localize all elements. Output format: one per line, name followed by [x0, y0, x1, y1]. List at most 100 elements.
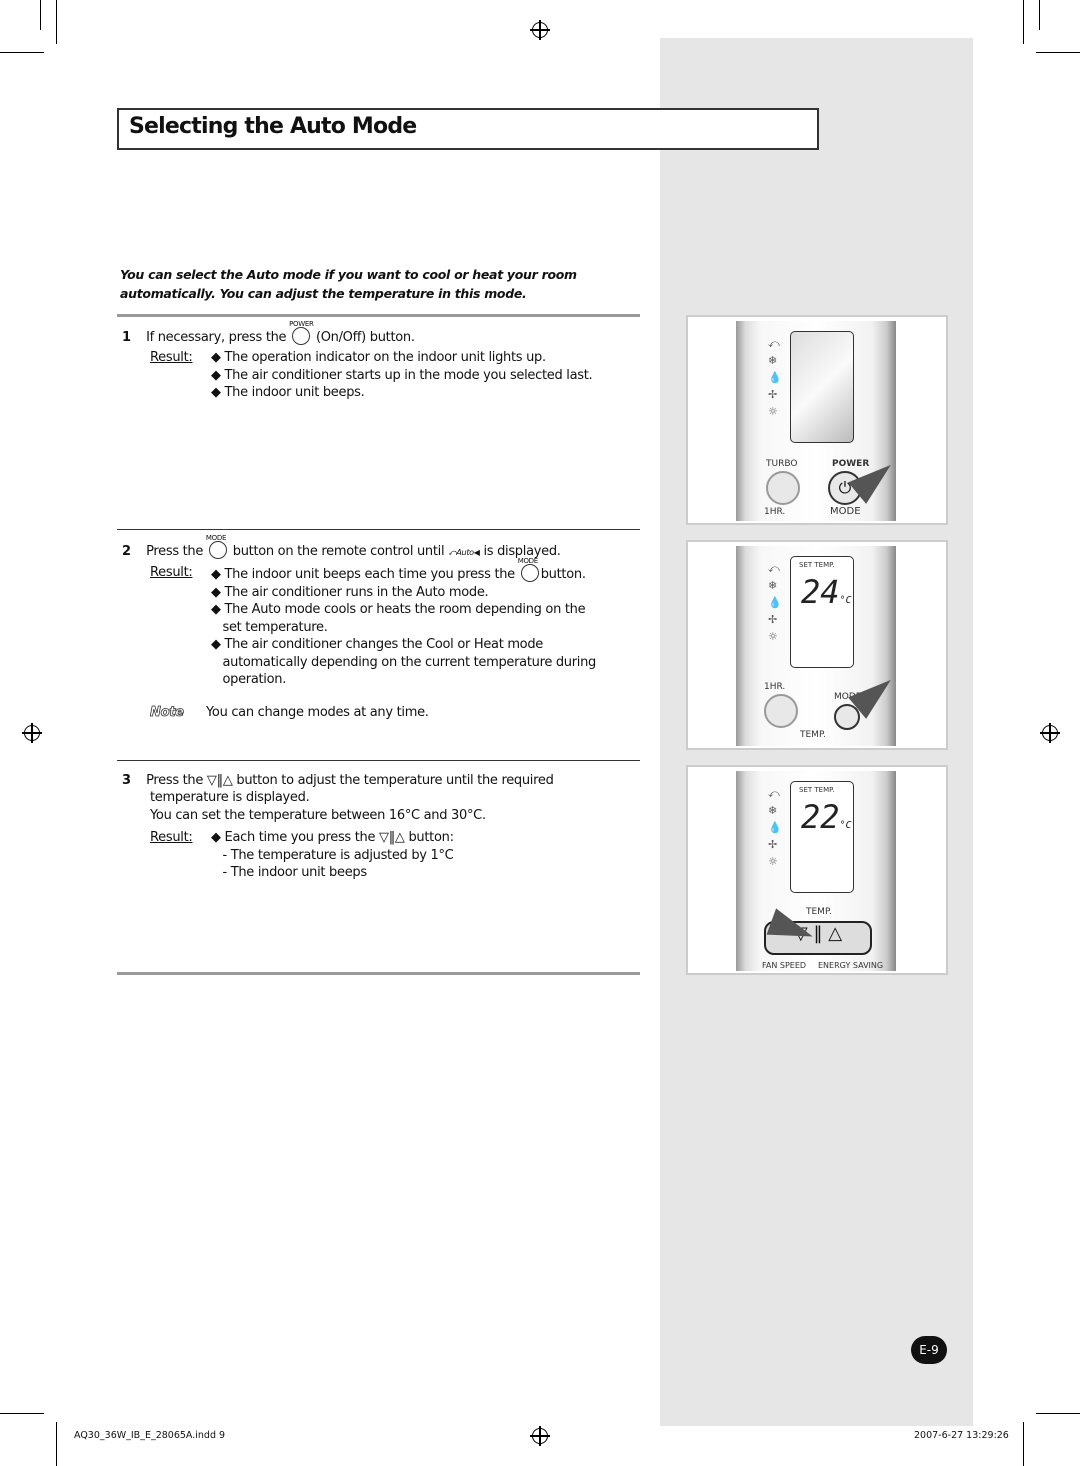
- fan-speed-label: FAN SPEED: [762, 961, 807, 970]
- mode-icons: ⤺ ❄ 💧 ✢ ☼: [768, 337, 782, 418]
- result-item: The operation indicator on the indoor un…: [224, 350, 547, 365]
- result-label: Result:: [150, 830, 193, 845]
- temperature-unit: °C: [839, 595, 852, 606]
- divider: [117, 972, 640, 975]
- crop-mark: [0, 52, 44, 53]
- result-item: button:: [408, 830, 454, 845]
- auto-label: Auto: [456, 548, 474, 557]
- crop-mark: [1036, 52, 1080, 53]
- registration-mark-icon: [530, 1426, 550, 1446]
- crop-mark: [1039, 0, 1040, 30]
- note-label: Note: [150, 705, 185, 721]
- title-box: Selecting the Auto Mode: [117, 108, 819, 150]
- button-caption: MODE: [517, 557, 538, 565]
- set-temp-label: SET TEMP.: [799, 786, 835, 794]
- step-number: 3: [122, 773, 131, 788]
- manual-page: Selecting the Auto Mode You can select t…: [0, 0, 1080, 1466]
- remote-display: SET TEMP. 22°C: [790, 781, 854, 893]
- button-caption: POWER: [289, 320, 314, 328]
- mode-label: MODE: [830, 506, 861, 517]
- result-item: The air conditioner runs in the Auto mod…: [224, 584, 489, 600]
- remote-illustration-mode: ⤺ ❄ 💧 ✢ ☼ SET TEMP. 24°C 1HR. MODE TEMP.: [686, 540, 948, 750]
- result-item: Each time you press the: [224, 830, 376, 845]
- divider: [117, 314, 640, 317]
- mode-icons: ⤺ ❄ 💧 ✢ ☼: [768, 787, 782, 868]
- auto-mode-icon: ⤺Auto◀: [448, 548, 480, 557]
- result-list: ◆ The indoor unit beeps each time you pr…: [211, 557, 597, 689]
- result-item: The indoor unit beeps each time you pres…: [224, 567, 516, 582]
- power-button-icon: POWER: [289, 320, 314, 345]
- note-text: You can change modes at any time.: [206, 705, 429, 720]
- button-caption: MODE: [205, 534, 227, 542]
- result-item: - The indoor unit beeps: [222, 865, 368, 880]
- registration-mark-icon: [1040, 723, 1060, 743]
- temp-label: TEMP.: [806, 907, 832, 917]
- temperature-readout: 22°C: [801, 798, 852, 836]
- temp-label: TEMP.: [800, 730, 826, 740]
- crop-mark: [1036, 1413, 1080, 1414]
- result-item: The indoor unit beeps.: [224, 385, 365, 400]
- temperature-readout: 24°C: [801, 573, 852, 611]
- result-item: The air conditioner starts up in the mod…: [224, 367, 593, 383]
- crop-mark: [0, 1413, 44, 1414]
- result-item: operation.: [222, 672, 287, 687]
- mode-button-icon: MODE: [518, 557, 539, 582]
- temperature-value: 22: [801, 798, 840, 836]
- result-item: - The temperature is adjusted by 1°C: [222, 847, 454, 863]
- result-list: ◆ Each time you press the ▽‖△ button: - …: [211, 830, 454, 880]
- result-label: Result:: [150, 565, 193, 580]
- set-temp-label: SET TEMP.: [799, 561, 835, 569]
- temp-down-up-icon: ▽‖△: [379, 830, 405, 845]
- step-2: 2 Press the MODE button on the remote co…: [122, 534, 561, 562]
- step-3: 3 Press the ▽‖△ button to adjust the tem…: [122, 772, 554, 790]
- result-item: The air conditioner changes the Cool or …: [224, 637, 544, 652]
- crop-mark: [40, 0, 41, 30]
- step-text: (On/Off) button.: [315, 330, 415, 345]
- turbo-label: TURBO: [766, 459, 798, 469]
- step-3-line: temperature is displayed.: [150, 790, 310, 805]
- result-label: Result:: [150, 350, 193, 365]
- step-1: 1 If necessary, press the POWER (On/Off)…: [122, 320, 415, 347]
- result-item: The Auto mode cools or heats the room de…: [224, 602, 586, 617]
- 1hr-button: [764, 694, 798, 728]
- result-item: button.: [540, 567, 586, 582]
- footer-file: AQ30_36W_IB_E_28065A.indd 9: [74, 1430, 226, 1441]
- registration-mark-icon: [530, 20, 550, 40]
- crop-mark: [1023, 1422, 1024, 1466]
- step-number: 2: [122, 544, 131, 559]
- remote-body: ⤺ ❄ 💧 ✢ ☼ SET TEMP. 22°C TEMP. ▽ ‖ △ FAN SPE…: [736, 771, 896, 971]
- energy-saving-label: ENERGY SAVING: [818, 961, 884, 970]
- intro-text: You can select the Auto mode if you want…: [120, 267, 577, 301]
- step-text: Press the: [146, 773, 204, 788]
- remote-display: [790, 331, 854, 443]
- remote-display: SET TEMP. 24°C: [790, 556, 854, 668]
- divider: [117, 529, 640, 530]
- 1hr-label: 1HR.: [764, 507, 786, 517]
- registration-mark-icon: [22, 723, 42, 743]
- step-text: If necessary, press the: [146, 330, 287, 345]
- temperature-unit: °C: [839, 820, 852, 831]
- page-number: E-9: [911, 1336, 947, 1364]
- result-item: automatically depending on the current t…: [222, 654, 597, 670]
- step-3-range: You can set the temperature between 16°C…: [150, 808, 486, 823]
- step-text: Press the: [146, 544, 204, 559]
- result-list: ◆ The operation indicator on the indoor …: [211, 350, 593, 400]
- result-item: set temperature.: [222, 619, 328, 635]
- step-text: button on the remote control until: [232, 544, 445, 559]
- remote-body: ⤺ ❄ 💧 ✢ ☼ SET TEMP. 24°C 1HR. MODE TEMP.: [736, 546, 896, 746]
- step-text: button to adjust the temperature until t…: [236, 773, 554, 788]
- crop-mark: [1023, 0, 1024, 44]
- power-label: POWER: [832, 459, 870, 469]
- remote-illustration-temp: ⤺ ❄ 💧 ✢ ☼ SET TEMP. 22°C TEMP. ▽ ‖ △ FAN SPE…: [686, 765, 948, 975]
- temp-down-up-icon: ▽‖△: [206, 773, 233, 788]
- remote-illustration-power: ⤺ ❄ 💧 ✢ ☼ TURBO POWER ⏻ 1HR. MODE: [686, 315, 948, 525]
- step-number: 1: [122, 330, 131, 345]
- temperature-value: 24: [801, 573, 840, 611]
- mode-button-icon: MODE: [206, 534, 227, 559]
- page-title: Selecting the Auto Mode: [129, 114, 417, 139]
- crop-mark: [56, 0, 57, 44]
- divider: [117, 760, 640, 761]
- 1hr-label: 1HR.: [764, 682, 786, 692]
- crop-mark: [56, 1422, 57, 1466]
- footer-date: 2007-6-27 13:29:26: [914, 1430, 1009, 1441]
